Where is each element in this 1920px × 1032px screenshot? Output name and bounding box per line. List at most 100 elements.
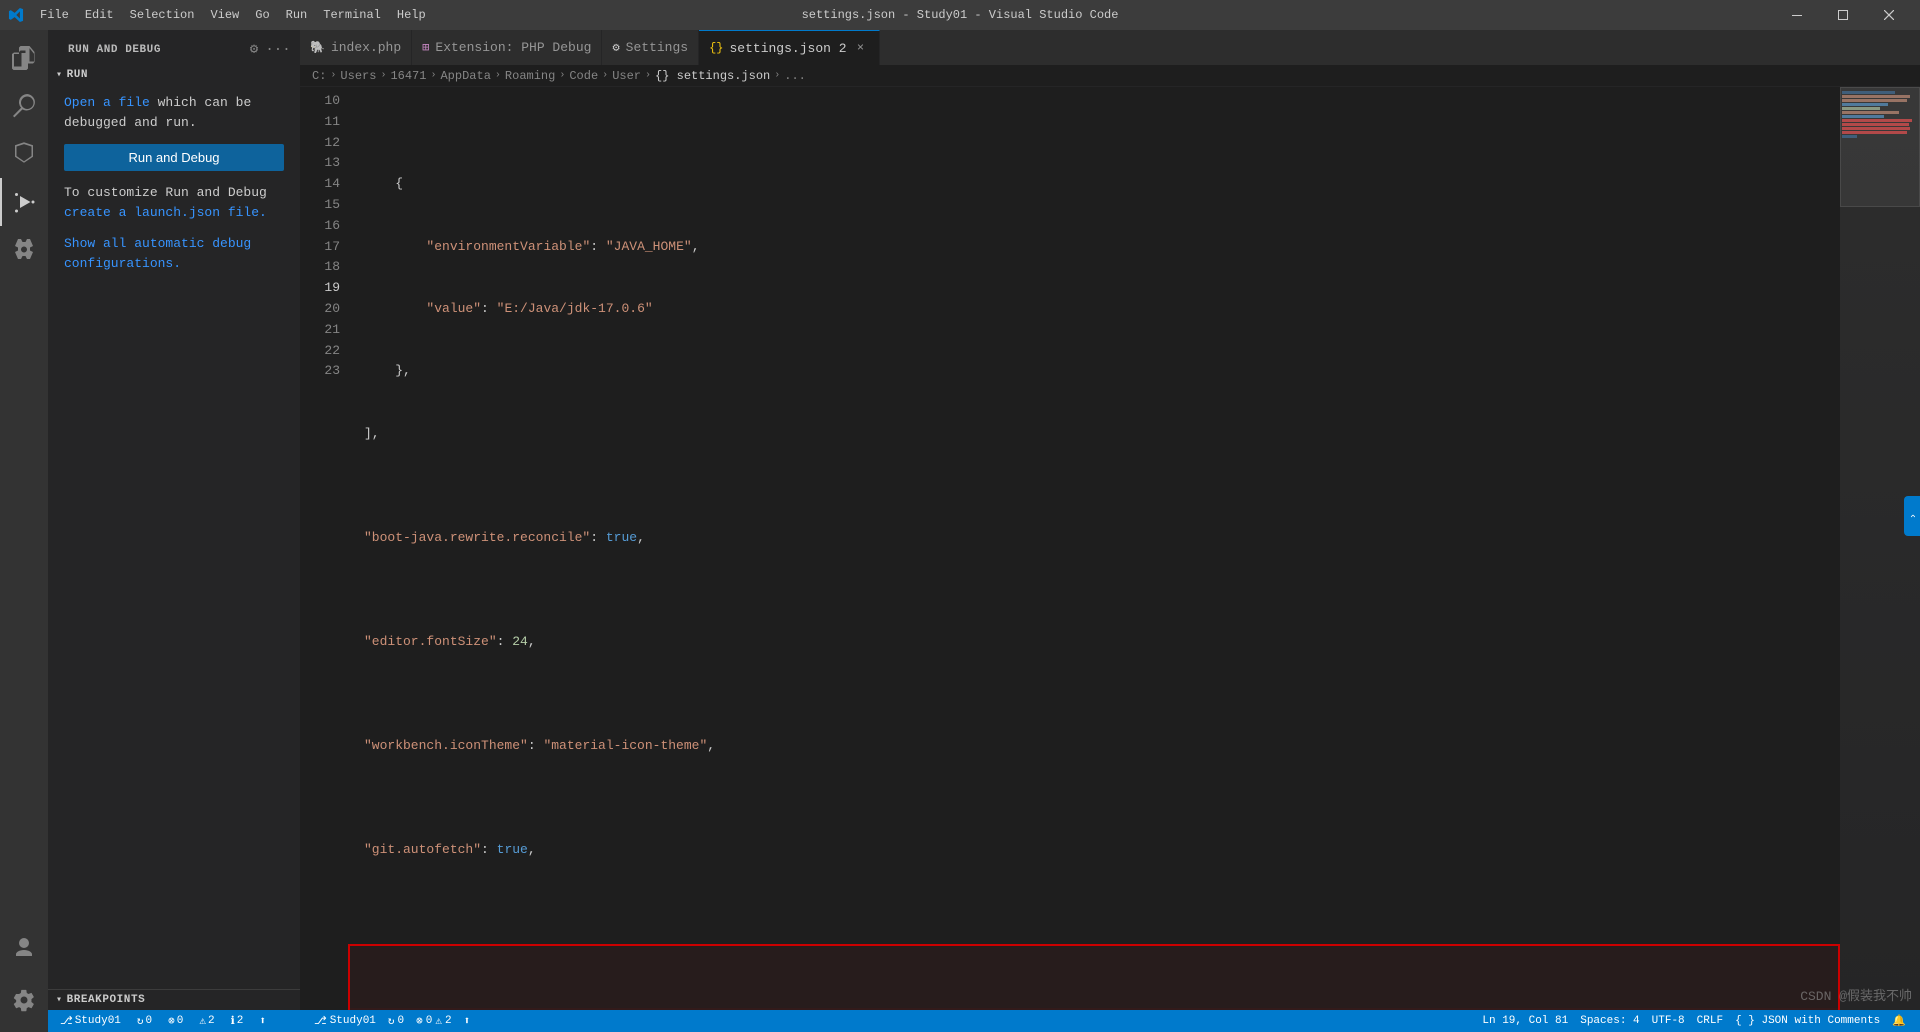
breakpoints-label: BREAKPOINTS [67, 994, 146, 1006]
status-bar: ⎇ Study01 ↻ 0 ⊗ 0 ⚠ 2 ⬆ [300, 1010, 1920, 1032]
tab-label-settings: Settings [626, 40, 688, 55]
create-launch-json-link[interactable]: create a launch.json file. [64, 205, 267, 220]
line-num-21: 21 [308, 320, 340, 341]
status-language-mode[interactable]: { } JSON with Comments [1729, 1010, 1886, 1032]
status-cursor-position[interactable]: Ln 19, Col 81 [1476, 1010, 1574, 1032]
line-num-19: 19 [308, 278, 340, 299]
activity-source-control[interactable] [0, 130, 48, 178]
tab-settings[interactable]: ⚙ Settings [602, 30, 699, 65]
activity-explorer[interactable] [0, 34, 48, 82]
warning-triangle-icon: ⚠ [435, 1014, 442, 1028]
line-num-10: 10 [308, 91, 340, 112]
encoding-label: UTF-8 [1652, 1015, 1685, 1027]
info-count: 2 [237, 1015, 244, 1027]
status-errors[interactable]: ⊗ 0 [164, 1014, 187, 1028]
breadcrumb-c[interactable]: C: [312, 69, 326, 83]
status-error-item[interactable]: ⊗ 0 ⚠ 2 [410, 1010, 457, 1032]
line-num-17: 17 [308, 237, 340, 258]
breadcrumb-roaming[interactable]: Roaming [505, 69, 555, 83]
activity-account[interactable] [0, 924, 48, 972]
restore-button[interactable] [1820, 0, 1866, 30]
status-warnings[interactable]: ⚠ 2 [195, 1014, 218, 1028]
tab-label-extension-php-debug: Extension: PHP Debug [435, 40, 591, 55]
run-and-debug-button[interactable]: Run and Debug [64, 144, 284, 171]
error-count: 0 [177, 1015, 184, 1027]
tab-index-php[interactable]: 🐘 index.php [300, 30, 412, 65]
breadcrumb-16471[interactable]: 16471 [390, 69, 426, 83]
error-icon: ⊗ [168, 1014, 175, 1028]
breadcrumb-settings-json[interactable]: {} settings.json [655, 69, 770, 83]
status-git-branch-item[interactable]: ⎇ Study01 [308, 1010, 382, 1032]
show-all-configs-link[interactable]: Show all automatic debug configurations. [64, 236, 251, 271]
menu-view[interactable]: View [202, 0, 247, 30]
breadcrumb-users[interactable]: Users [340, 69, 376, 83]
breakpoints-section: ▾ BREAKPOINTS [48, 989, 300, 1010]
tab-settings-json[interactable]: {} settings.json 2 × [699, 30, 879, 65]
activity-bar [0, 30, 48, 1032]
code-content[interactable]: { "environmentVariable": "JAVA_HOME", "v… [348, 87, 1840, 1010]
status-notifications[interactable]: 🔔 [1886, 1010, 1912, 1032]
menu-go[interactable]: Go [247, 0, 277, 30]
menu-file[interactable]: File [32, 0, 77, 30]
code-line-17: "workbench.iconTheme": "material-icon-th… [348, 736, 1840, 757]
status-cloud[interactable]: ⬆ [255, 1014, 270, 1028]
status-sync-item[interactable]: ↻ 0 [382, 1010, 410, 1032]
status-info[interactable]: ℹ 2 [227, 1014, 248, 1028]
close-button[interactable] [1866, 0, 1912, 30]
minimap[interactable] [1840, 87, 1920, 1010]
code-line-13: }, [348, 361, 1840, 382]
breadcrumb-code[interactable]: Code [569, 69, 598, 83]
bell-icon: 🔔 [1892, 1014, 1906, 1028]
sidebar-run-header[interactable]: ▾ RUN [48, 65, 300, 85]
language-mode-label: { } JSON with Comments [1735, 1015, 1880, 1027]
breadcrumb-ellipsis[interactable]: ... [784, 69, 806, 83]
code-line-14: ], [348, 424, 1840, 445]
status-git-branch[interactable]: ⎇ Study01 [56, 1014, 125, 1028]
status-bar-left: ⎇ Study01 ↻ 0 ⊗ 0 ⚠ 2 ⬆ [308, 1010, 476, 1032]
line-num-23: 23 [308, 361, 340, 382]
error-circle-icon: ⊗ [416, 1014, 423, 1028]
status-spaces[interactable]: Spaces: 4 [1574, 1010, 1645, 1032]
breadcrumb-sep-1: › [330, 70, 336, 81]
activity-run-debug[interactable] [0, 178, 48, 226]
status-line-endings[interactable]: CRLF [1691, 1010, 1729, 1032]
code-line-18: "git.autofetch": true, [348, 840, 1840, 861]
sidebar-more-icon[interactable]: ··· [268, 40, 288, 60]
activity-search[interactable] [0, 82, 48, 130]
breadcrumb-sep-5: › [559, 70, 565, 81]
breadcrumb-sep-8: › [774, 70, 780, 81]
activity-settings[interactable] [0, 976, 48, 1024]
php-icon: 🐘 [310, 40, 325, 55]
code-line-10: { [348, 174, 1840, 195]
status-encoding[interactable]: UTF-8 [1646, 1010, 1691, 1032]
breadcrumb-user[interactable]: User [612, 69, 641, 83]
menu-selection[interactable]: Selection [122, 0, 203, 30]
menu-edit[interactable]: Edit [77, 0, 122, 30]
sidebar: RUN AND DEBUG ⚙ ··· ▾ RUN Open a file wh… [48, 30, 300, 1032]
breakpoints-header[interactable]: ▾ BREAKPOINTS [48, 990, 300, 1010]
line-endings-label: CRLF [1697, 1015, 1723, 1027]
status-bar-right: Ln 19, Col 81 Spaces: 4 UTF-8 CRLF { } J… [1476, 1010, 1912, 1032]
titlebar: File Edit Selection View Go Run Terminal… [0, 0, 1920, 30]
open-file-link[interactable]: Open a file [64, 95, 150, 110]
status-sync[interactable]: ↻ 0 [133, 1014, 156, 1028]
git-branch-name: Study01 [330, 1015, 376, 1027]
menu-terminal[interactable]: Terminal [315, 0, 389, 30]
spaces-label: Spaces: 4 [1580, 1015, 1639, 1027]
code-editor[interactable]: 10 11 12 13 14 15 16 17 18 19 20 21 22 2… [300, 87, 1920, 1010]
sidebar-title: RUN AND DEBUG [68, 44, 161, 56]
menu-help[interactable]: Help [389, 0, 434, 30]
activity-extensions[interactable] [0, 226, 48, 274]
window-title: settings.json - Study01 - Visual Studio … [802, 8, 1119, 22]
sidebar-run-section: ▾ RUN Open a file which can be debugged … [48, 65, 300, 989]
minimize-button[interactable] [1774, 0, 1820, 30]
breadcrumb-appdata[interactable]: AppData [440, 69, 490, 83]
tab-extension-php-debug[interactable]: ⊞ Extension: PHP Debug [412, 30, 602, 65]
sync-icon: ↻ [388, 1014, 395, 1028]
menu-run[interactable]: Run [278, 0, 316, 30]
tab-close-settings-json[interactable]: × [853, 40, 869, 56]
status-remote-item[interactable]: ⬆ [458, 1010, 477, 1032]
floating-sidebar-toggle[interactable]: ‹ [1904, 496, 1920, 536]
sidebar-settings-icon[interactable]: ⚙ [244, 40, 264, 60]
vscode-logo-icon [8, 7, 24, 23]
